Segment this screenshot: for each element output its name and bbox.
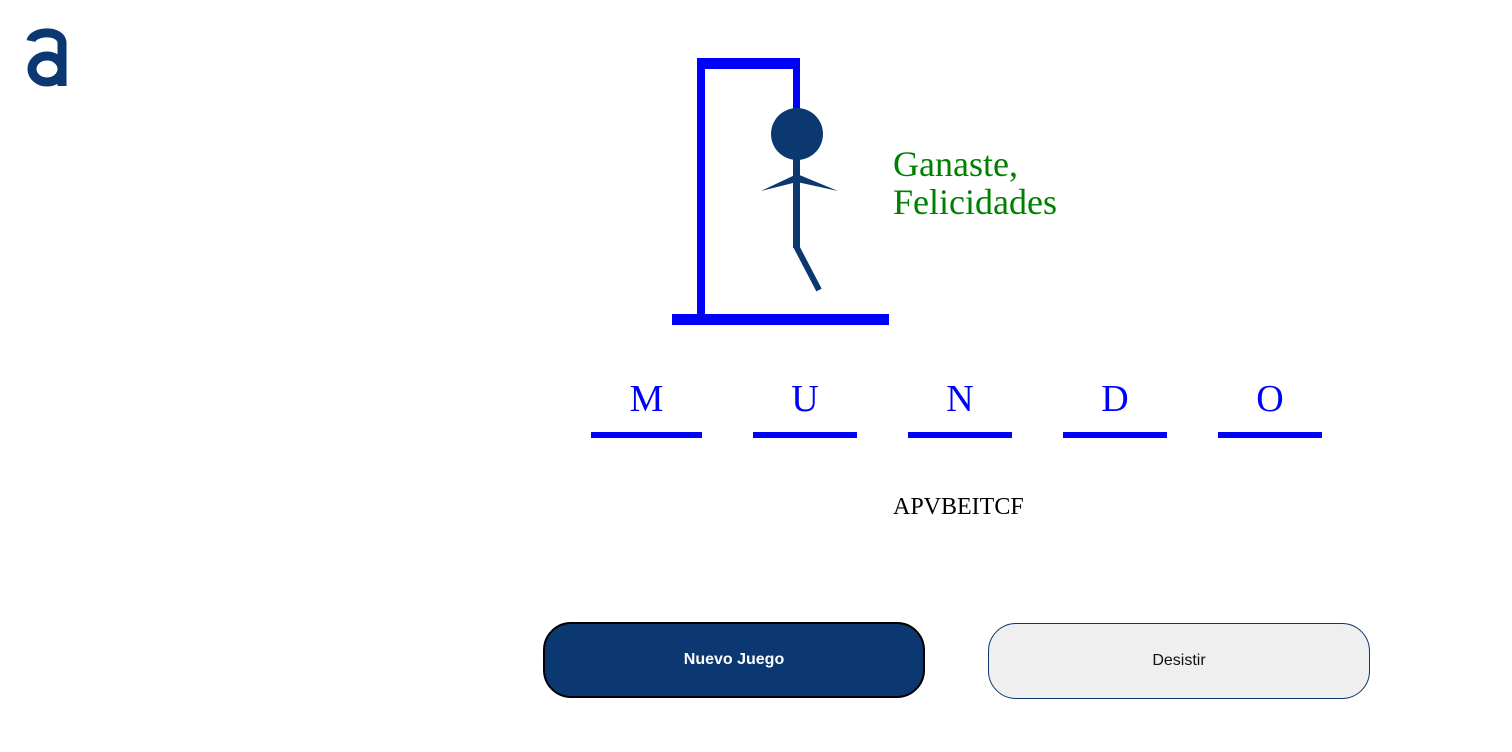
gallows-structure [672, 58, 889, 325]
letter-underline [1063, 432, 1167, 438]
letter-underline [1218, 432, 1322, 438]
status-message-line2: Felicidades [893, 182, 1057, 222]
letter: O [1256, 378, 1284, 420]
gallows-rope [793, 58, 800, 112]
word-slots: M U N D O [0, 372, 1512, 442]
letter-slot: D [1063, 372, 1167, 438]
used-letters: APVBEITCF [893, 494, 1024, 520]
letter-underline [908, 432, 1012, 438]
quit-button[interactable]: Desistir [988, 623, 1370, 699]
figure-leg [793, 244, 822, 292]
status-message-line1: Ganaste, [893, 144, 1018, 184]
figure-body [793, 154, 800, 248]
gallows-post [697, 58, 705, 320]
status-message: Ganaste, Felicidades [893, 145, 1057, 221]
hangman-drawing [672, 58, 889, 325]
letter: U [791, 378, 819, 420]
letter: D [1101, 378, 1129, 420]
letter-slot: N [908, 372, 1012, 438]
a-logo-icon [26, 28, 67, 87]
letter: N [946, 378, 974, 420]
hangman-figure [761, 108, 838, 292]
letter-slot: M [591, 372, 702, 438]
new-game-button[interactable]: Nuevo Juego [543, 622, 925, 698]
letter: M [629, 378, 664, 420]
letter-underline [591, 432, 702, 438]
figure-head [771, 108, 823, 160]
letter-underline [753, 432, 857, 438]
gallows-beam [697, 58, 800, 69]
letter-slot: U [753, 372, 857, 438]
letter-slot: O [1218, 372, 1322, 438]
